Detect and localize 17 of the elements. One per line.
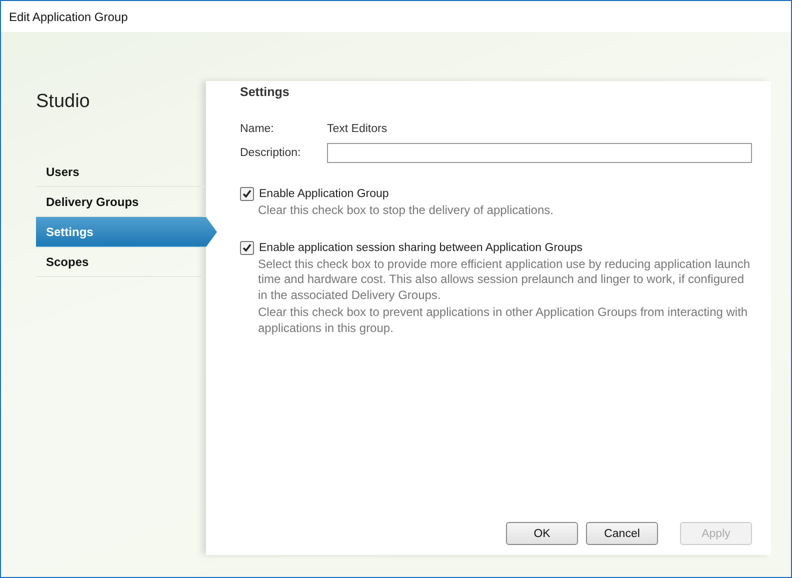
window-title: Edit Application Group bbox=[9, 10, 128, 24]
name-label: Name: bbox=[240, 123, 275, 135]
checkbox-label: Enable Application Group bbox=[259, 188, 389, 200]
section-heading: Settings bbox=[240, 85, 290, 99]
description-label: Description: bbox=[240, 147, 302, 159]
checkbox[interactable] bbox=[240, 187, 254, 201]
dialog-button[interactable]: OK bbox=[506, 522, 578, 545]
nav-item[interactable]: Settings bbox=[36, 217, 217, 247]
name-value: Text Editors bbox=[327, 123, 388, 135]
checkbox[interactable] bbox=[240, 240, 254, 254]
help-text: Clear this check box to prevent applications in other Application Groups from interacting with applications in this group. bbox=[258, 305, 749, 336]
checkbox-label: Enable application session sharing between Application Groups bbox=[259, 242, 582, 254]
description-field[interactable] bbox=[327, 143, 752, 163]
help-text: Clear this check box to stop the delivery of applications. bbox=[258, 203, 554, 218]
app-title: Studio bbox=[36, 91, 91, 113]
dialog-button[interactable]: Cancel bbox=[586, 522, 658, 545]
help-text: Select this check box to provide more efficient application use by reducing application launch time and hardware cost. This also allows session prelaunch and linger to work, if configured in the associated Delivery Groups. bbox=[258, 256, 752, 303]
